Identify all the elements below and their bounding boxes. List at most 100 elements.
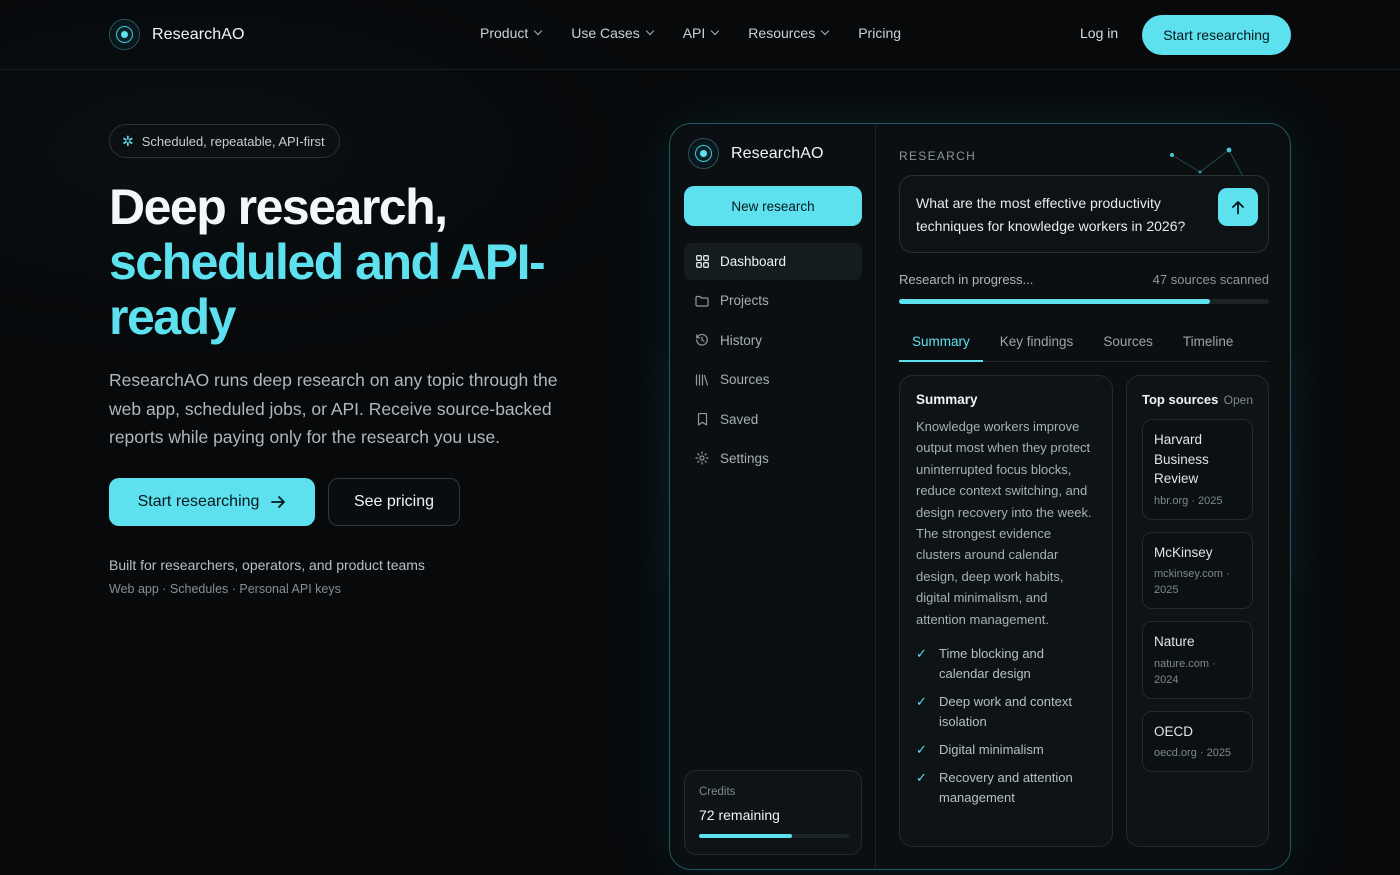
- credits-card: Credits 72 remaining: [684, 770, 862, 855]
- new-research-button[interactable]: New research: [684, 186, 862, 226]
- logo-icon: [109, 19, 140, 50]
- nav-link-product[interactable]: Product: [480, 25, 543, 41]
- sidebar-item-sources[interactable]: Sources: [684, 361, 862, 398]
- research-query-box[interactable]: What are the most effective productivity…: [899, 175, 1269, 253]
- nav-link-use-cases[interactable]: Use Cases: [571, 25, 654, 41]
- source-meta: nature.com · 2024: [1154, 657, 1216, 686]
- source-card[interactable]: Harvard Business Review hbr.org · 2025: [1142, 419, 1253, 520]
- see-pricing-button[interactable]: See pricing: [328, 478, 460, 526]
- source-meta: mckinsey.com · 2025: [1154, 568, 1230, 596]
- built-for-text: Built for researchers, operators, and pr…: [109, 557, 425, 573]
- brand-name: ResearchAO: [152, 25, 245, 43]
- submit-query-button[interactable]: [1218, 188, 1258, 226]
- gear-icon: [695, 451, 709, 466]
- hero-title-line3: ready: [109, 289, 236, 345]
- grid-icon: [695, 255, 709, 269]
- chevron-down-icon: [645, 26, 654, 36]
- tab-sources[interactable]: Sources: [1086, 326, 1166, 362]
- library-icon: [695, 373, 709, 387]
- nav-links: Product Use Cases API Resources Pricing: [480, 25, 901, 41]
- login-link[interactable]: Log in: [1080, 25, 1118, 41]
- hero-title: Deep research, scheduled and API- ready: [109, 180, 629, 345]
- research-progress-bar: [899, 299, 1269, 304]
- credits-value: 72 remaining: [699, 807, 780, 823]
- source-card[interactable]: OECD oecd.org · 2025: [1142, 710, 1253, 772]
- source-name: Harvard Business Review: [1154, 432, 1209, 486]
- finding-text: Recovery and attention management: [939, 770, 1073, 806]
- top-nav: ResearchAO Product Use Cases API Resourc…: [0, 0, 1400, 70]
- history-icon: [695, 333, 709, 347]
- sidebar-item-label: Settings: [720, 450, 769, 466]
- research-query-text: What are the most effective productivity…: [916, 195, 1186, 234]
- tab-key-findings[interactable]: Key findings: [983, 326, 1087, 362]
- source-card[interactable]: Nature nature.com · 2024: [1142, 621, 1253, 699]
- sidebar-item-label: History: [720, 332, 763, 348]
- app-brand-name: ResearchAO: [731, 144, 824, 162]
- source-name: McKinsey: [1154, 544, 1213, 560]
- folder-icon: [695, 294, 709, 308]
- nav-link-label: Pricing: [858, 25, 902, 41]
- hero-title-line2: scheduled and API-: [109, 234, 546, 290]
- research-progress-fill: [899, 299, 1210, 304]
- check-icon: ✓: [916, 646, 927, 662]
- research-progress-row: Research in progress... 47 sources scann…: [899, 272, 1269, 287]
- sidebar-item-history[interactable]: History: [684, 322, 862, 359]
- credits-bar-fill: [699, 834, 792, 838]
- summary-title: Summary: [916, 392, 978, 407]
- brand-logo[interactable]: ResearchAO: [109, 19, 245, 50]
- list-item: ✓ Recovery and attention management: [916, 768, 1096, 808]
- chevron-down-icon: [820, 26, 830, 36]
- sidebar-item-projects[interactable]: Projects: [684, 282, 862, 319]
- top-sources-header: Top sources Open: [1142, 392, 1253, 407]
- nav-link-api[interactable]: API: [683, 25, 720, 41]
- source-name: OECD: [1154, 723, 1194, 739]
- arrow-up-icon: [1232, 200, 1244, 214]
- credits-bar: [699, 834, 849, 838]
- app-preview: ResearchAO New research Dashboard Projec…: [669, 123, 1291, 870]
- finding-text: Deep work and context isolation: [939, 694, 1072, 730]
- chevron-down-icon: [534, 26, 543, 36]
- open-sources-link[interactable]: Open: [1224, 393, 1253, 407]
- hero-title-line1: Deep research,: [109, 179, 448, 235]
- sparkle-icon: ✲: [122, 132, 134, 149]
- logo-icon: [688, 138, 719, 169]
- summary-card: Summary Knowledge workers improve output…: [899, 375, 1113, 847]
- tab-timeline[interactable]: Timeline: [1166, 326, 1247, 362]
- report-tabs: Summary Key findings Sources Timeline: [899, 326, 1269, 362]
- start-researching-button[interactable]: Start researching: [109, 478, 315, 526]
- research-section-label: RESEARCH: [899, 149, 977, 163]
- sidebar-item-saved[interactable]: Saved: [684, 401, 862, 438]
- sidebar-item-label: Dashboard: [720, 254, 787, 269]
- tab-summary[interactable]: Summary: [899, 326, 983, 362]
- chevron-down-icon: [711, 26, 720, 36]
- sidebar-item-label: Saved: [720, 411, 759, 427]
- finding-text: Time blocking and calendar design: [939, 646, 1045, 682]
- sidebar-item-settings[interactable]: Settings: [684, 440, 862, 477]
- source-card[interactable]: McKinsey mckinsey.com · 2025: [1142, 531, 1253, 609]
- sidebar-item-label: Sources: [720, 372, 770, 388]
- nav-link-pricing[interactable]: Pricing: [858, 25, 901, 41]
- nav-link-label: Product: [480, 25, 529, 41]
- built-for-subtext: Web app · Schedules · Personal API keys: [109, 582, 341, 596]
- credits-label: Credits: [699, 786, 736, 798]
- app-sidebar: ResearchAO New research Dashboard Projec…: [670, 124, 876, 869]
- nav-link-resources[interactable]: Resources: [748, 25, 830, 41]
- sources-scanned-count: 47 sources scanned: [1152, 272, 1269, 287]
- app-main: RESEARCH What are the most effective pro…: [877, 124, 1290, 869]
- check-icon: ✓: [916, 770, 927, 786]
- sidebar-item-dashboard[interactable]: Dashboard: [684, 243, 862, 280]
- sidebar-item-label: Projects: [720, 293, 769, 309]
- list-item: ✓ Time blocking and calendar design: [916, 644, 1096, 684]
- start-researching-nav-button[interactable]: Start researching: [1142, 15, 1291, 55]
- top-sources-title: Top sources: [1142, 392, 1219, 407]
- check-icon: ✓: [916, 694, 927, 710]
- start-researching-label: Start researching: [137, 493, 260, 510]
- list-item: ✓ Deep work and context isolation: [916, 692, 1096, 732]
- hero-lead: ResearchAO runs deep research on any top…: [109, 370, 558, 447]
- key-findings-list: ✓ Time blocking and calendar design ✓ Deep…: [916, 644, 1096, 808]
- top-sources-card: Top sources Open Harvard Business Review…: [1126, 375, 1269, 847]
- sidebar-items: Dashboard Projects History Sources Saved…: [684, 243, 862, 479]
- arrow-right-icon: [271, 496, 286, 508]
- finding-text: Digital minimalism: [939, 742, 1044, 758]
- app-brand: ResearchAO: [688, 138, 824, 169]
